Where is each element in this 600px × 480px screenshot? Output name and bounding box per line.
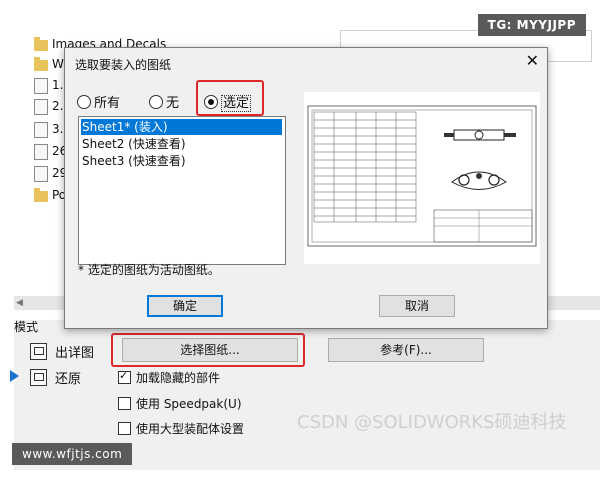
mode-label: 出详图 bbox=[55, 346, 95, 361]
checkbox-label: 加载隐藏的部件 bbox=[136, 371, 221, 385]
cancel-button[interactable]: 取消 bbox=[379, 295, 455, 317]
mode-section-label: 模式 bbox=[14, 320, 39, 334]
list-item[interactable]: Sheet3 (快速查看) bbox=[81, 153, 282, 169]
checkbox-label: 使用 Speedpak(U) bbox=[136, 397, 242, 411]
radio-all[interactable]: 所有 bbox=[77, 92, 120, 111]
select-sheets-dialog: 选取要装入的图纸 ✕ 所有 无 选定 Sheet1* (装入) Sheet2 (… bbox=[64, 47, 548, 329]
tg-watermark: TG: MYYJJPP bbox=[477, 14, 586, 36]
mode-detailing[interactable]: 出详图 bbox=[30, 342, 94, 361]
site-watermark: www.wfjtjs.com bbox=[12, 443, 133, 465]
folder-icon bbox=[34, 188, 48, 202]
mode-resolved[interactable]: 还原 bbox=[30, 368, 81, 387]
checkbox-unchecked-icon bbox=[118, 422, 131, 435]
drawing-icon bbox=[34, 99, 48, 115]
checkbox-label: 使用大型装配体设置 bbox=[136, 422, 245, 436]
part-icon bbox=[34, 166, 48, 182]
use-speedpak-checkbox[interactable]: 使用 Speedpak(U) bbox=[118, 395, 242, 412]
ok-button[interactable]: 确定 bbox=[147, 295, 223, 317]
csdn-watermark: CSDN @SOLIDWORKS硕迪科技 bbox=[297, 412, 567, 433]
sheet-preview bbox=[304, 92, 540, 264]
selected-radio-highlight bbox=[196, 80, 264, 116]
checkbox-unchecked-icon bbox=[118, 397, 131, 410]
mode-label: 还原 bbox=[55, 372, 82, 387]
radio-unselected-icon bbox=[149, 95, 163, 109]
dialog-title: 选取要装入的图纸 bbox=[75, 58, 172, 72]
list-item[interactable]: Sheet1* (装入) bbox=[81, 119, 282, 135]
resolved-icon bbox=[30, 369, 47, 386]
radio-label: 所有 bbox=[94, 96, 121, 111]
drawing-preview-image bbox=[307, 105, 537, 247]
detailing-icon bbox=[30, 343, 47, 360]
list-item[interactable]: Sheet2 (快速查看) bbox=[81, 136, 282, 152]
tree-item-label: 3. bbox=[52, 122, 64, 136]
radio-unselected-icon bbox=[77, 95, 91, 109]
folder-icon bbox=[34, 37, 48, 51]
select-sheets-highlight bbox=[111, 333, 305, 367]
radio-label: 无 bbox=[166, 96, 180, 111]
folder-icon bbox=[34, 57, 48, 71]
tree-item-label: 2. bbox=[52, 99, 64, 113]
sheet-list[interactable]: Sheet1* (装入) Sheet2 (快速查看) Sheet3 (快速查看) bbox=[78, 116, 286, 265]
part-icon bbox=[34, 144, 48, 160]
large-assembly-checkbox[interactable]: 使用大型装配体设置 bbox=[118, 420, 244, 437]
references-button[interactable]: 参考(F)... bbox=[328, 338, 484, 362]
tree-item-label: W bbox=[52, 57, 64, 71]
drawing-icon bbox=[34, 78, 48, 94]
checkbox-checked-icon bbox=[118, 369, 131, 384]
load-hidden-components-checkbox[interactable]: 加载隐藏的部件 bbox=[118, 369, 220, 386]
close-icon[interactable]: ✕ bbox=[526, 51, 539, 70]
current-mode-arrow-icon bbox=[10, 370, 19, 382]
dialog-footnote: * 选定的图纸为活动图纸。 bbox=[78, 263, 220, 277]
part-icon bbox=[34, 122, 48, 138]
radio-none[interactable]: 无 bbox=[149, 92, 179, 111]
tree-item-label: 1. bbox=[52, 78, 64, 92]
scroll-left-icon[interactable]: ◀ bbox=[16, 298, 23, 308]
